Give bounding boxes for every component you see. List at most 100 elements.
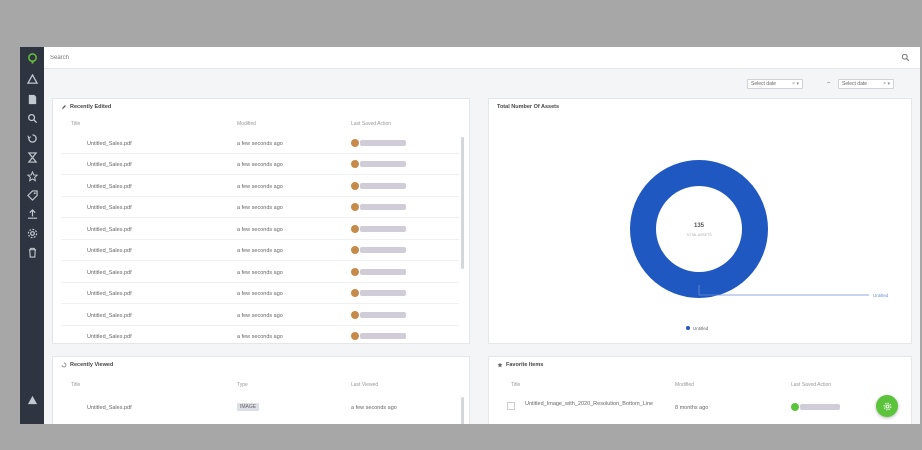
table-row[interactable]: Untitled_Image_with_2020_Resolution_Bott… (497, 397, 901, 418)
hourglass-icon[interactable] (24, 149, 40, 165)
table-row[interactable]: Untitled_Sales.pdf a few seconds ago (61, 240, 459, 261)
user-name-redacted (360, 183, 406, 189)
user-icon[interactable] (24, 392, 40, 408)
row-modified: a few seconds ago (237, 291, 283, 297)
upload-icon[interactable] (24, 206, 40, 222)
sidebar (20, 47, 44, 424)
date-range-separator: – (827, 80, 831, 86)
user-name-redacted (360, 204, 406, 210)
date-to-value: Select date (842, 81, 868, 87)
column-header-title[interactable]: Title (71, 382, 80, 388)
avatar (351, 160, 359, 168)
app-window: Select date × ▾ – Select date × ▾ Recent… (20, 47, 920, 424)
star-icon (497, 362, 503, 368)
row-modified: a few seconds ago (237, 248, 283, 254)
recently-viewed-title: Recently Viewed (70, 362, 114, 368)
user-name-redacted (360, 290, 406, 296)
row-modified: a few seconds ago (237, 184, 283, 190)
avatar (351, 139, 359, 147)
row-title[interactable]: Untitled_Sales.pdf (87, 248, 132, 254)
row-title[interactable]: Untitled_Sales.pdf (87, 334, 132, 340)
avatar (351, 182, 359, 190)
column-header-last-viewed[interactable]: Last Viewed (351, 382, 378, 388)
chat-fab-button[interactable] (876, 395, 898, 417)
logo-icon[interactable] (24, 50, 40, 66)
avatar (351, 289, 359, 297)
history-icon (61, 362, 67, 368)
user-name-redacted (360, 247, 406, 253)
row-modified: a few seconds ago (237, 334, 283, 340)
donut-center-label: TOTAL ASSETS (686, 233, 712, 237)
column-header-type[interactable]: Type (237, 382, 248, 388)
row-title[interactable]: Untitled_Sales.pdf (87, 313, 132, 319)
row-title[interactable]: Untitled_Sales.pdf (87, 184, 132, 190)
search-submit-icon[interactable] (901, 53, 910, 62)
gear-icon (883, 402, 891, 410)
row-modified: 8 months ago (675, 405, 709, 411)
user-name-redacted (360, 333, 406, 339)
row-title[interactable]: Untitled_Sales.pdf (87, 270, 132, 276)
table-row[interactable]: Untitled_Sales.pdf a few seconds ago (61, 219, 459, 240)
table-row[interactable]: Untitled_Sales.pdf a few seconds ago (61, 176, 459, 197)
search-icon[interactable] (24, 110, 40, 126)
table-row[interactable]: Untitled_Sales.pdf a few seconds ago (61, 326, 459, 347)
column-header-modified[interactable]: Modified (237, 121, 256, 127)
table-row[interactable]: Untitled_Sales.pdf a few seconds ago (61, 283, 459, 304)
row-title[interactable]: Untitled_Sales.pdf (87, 405, 132, 411)
row-title[interactable]: Untitled_Sales.pdf (87, 205, 132, 211)
clear-icon[interactable]: × ▾ (883, 81, 890, 87)
row-title[interactable]: Untitled_Sales.pdf (87, 141, 132, 147)
search-input[interactable] (50, 51, 870, 65)
row-modified: a few seconds ago (237, 313, 283, 319)
user-name-redacted (360, 226, 406, 232)
row-checkbox[interactable] (507, 402, 515, 410)
clear-icon[interactable]: × ▾ (792, 81, 799, 87)
recently-viewed-panel: Recently Viewed Title Type Last Viewed U… (52, 356, 470, 424)
row-modified: a few seconds ago (237, 162, 283, 168)
settings-icon[interactable] (24, 225, 40, 241)
avatar (351, 332, 359, 340)
total-assets-panel: Total Number Of Assets 135 TOTAL ASSETS … (488, 98, 912, 344)
trash-icon[interactable] (24, 244, 40, 260)
star-icon[interactable] (24, 168, 40, 184)
date-to-select[interactable]: Select date × ▾ (838, 79, 894, 89)
table-row[interactable]: Untitled_Sales.pdf a few seconds ago (61, 305, 459, 326)
column-header-last-saved-action[interactable]: Last Saved Action (791, 382, 831, 388)
column-header-modified[interactable]: Modified (675, 382, 694, 388)
legend-label[interactable]: Untitled (693, 326, 709, 331)
tag-icon[interactable] (24, 187, 40, 203)
column-header-last-saved-action[interactable]: Last Saved Action (351, 121, 391, 127)
type-badge: IMAGE (237, 403, 260, 411)
avatar (351, 311, 359, 319)
row-last-viewed: a few seconds ago (351, 405, 397, 411)
scrollbar[interactable] (461, 137, 464, 269)
user-name-redacted (800, 404, 840, 410)
user-name-redacted (360, 140, 406, 146)
date-from-value: Select date (751, 81, 777, 87)
row-title[interactable]: Untitled_Image_with_2020_Resolution_Bott… (525, 401, 653, 408)
assets-icon[interactable] (24, 71, 40, 87)
donut-ring[interactable] (630, 160, 768, 298)
table-row[interactable]: Untitled_Sales.pdf a few seconds ago (61, 262, 459, 283)
favorite-items-header: Favorite Items (497, 362, 543, 368)
scrollbar[interactable] (461, 397, 464, 424)
table-row[interactable]: Untitled_Sales.pdf a few seconds ago (61, 154, 459, 175)
table-row[interactable]: Untitled_Sales.pdf a few seconds ago (61, 133, 459, 154)
avatar (351, 203, 359, 211)
recently-edited-header: Recently Edited (61, 104, 111, 110)
column-header-title[interactable]: Title (71, 121, 80, 127)
table-row[interactable]: Untitled_Sales.pdf a few seconds ago (61, 197, 459, 218)
row-title[interactable]: Untitled_Sales.pdf (87, 227, 132, 233)
recently-viewed-header: Recently Viewed (61, 362, 113, 368)
avatar (351, 268, 359, 276)
table-row[interactable]: Untitled_Sales.pdf IMAGE a few seconds a… (61, 397, 459, 418)
donut-center-value: 135 (694, 223, 705, 229)
row-title[interactable]: Untitled_Sales.pdf (87, 162, 132, 168)
column-header-title[interactable]: Title (511, 382, 520, 388)
favorite-items-title: Favorite Items (506, 362, 544, 368)
history-icon[interactable] (24, 130, 40, 146)
document-icon[interactable] (24, 91, 40, 107)
date-from-select[interactable]: Select date × ▾ (747, 79, 803, 89)
legend-dot (686, 326, 690, 330)
row-title[interactable]: Untitled_Sales.pdf (87, 291, 132, 297)
